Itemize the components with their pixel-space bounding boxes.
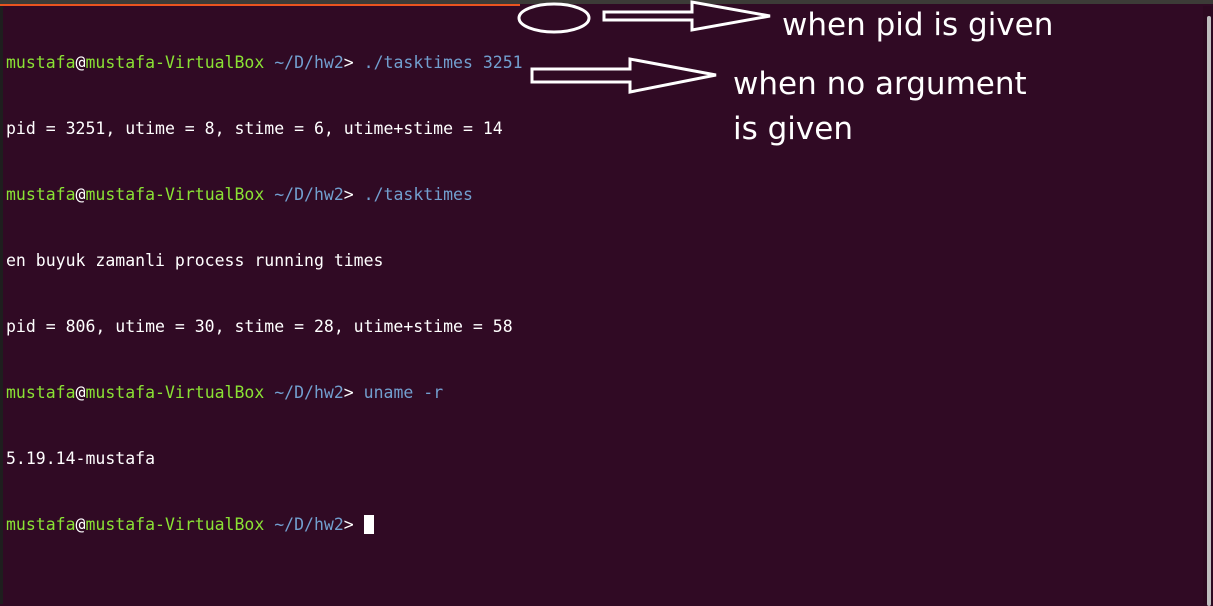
command-argument: 3251 [482, 53, 523, 72]
prompt-at: @ [75, 515, 86, 534]
terminal-output[interactable]: mustafa@mustafa-VirtualBox ~/D/hw2> ./ta… [6, 8, 523, 558]
prompt-line: mustafa@mustafa-VirtualBox ~/D/hw2> ./ta… [6, 52, 523, 74]
prompt-path: ~/D/hw2 [274, 383, 344, 402]
prompt-symbol: > [343, 53, 354, 72]
active-tab-indicator [0, 4, 520, 6]
output-line: pid = 3251, utime = 8, stime = 6, utime+… [6, 119, 503, 138]
arrow-pid-given [602, 0, 771, 32]
prompt-user: mustafa [6, 185, 76, 204]
annotation-no-argument-line2: is given [733, 111, 853, 147]
prompt-symbol: > [343, 185, 354, 204]
prompt-at: @ [75, 53, 86, 72]
annotation-pid-given: when pid is given [782, 7, 1054, 43]
command-text: ./tasktimes [363, 53, 473, 72]
prompt-user: mustafa [6, 53, 76, 72]
prompt-host: mustafa-VirtualBox [85, 383, 265, 402]
scrollbar-thumb[interactable] [1207, 16, 1211, 606]
prompt-host: mustafa-VirtualBox [85, 515, 265, 534]
prompt-path: ~/D/hw2 [274, 53, 344, 72]
prompt-user: mustafa [6, 383, 76, 402]
prompt-line: mustafa@mustafa-VirtualBox ~/D/hw2> ./ta… [6, 184, 523, 206]
window-left-edge [0, 6, 3, 604]
output-line: en buyuk zamanli process running times [6, 251, 384, 270]
prompt-user: mustafa [6, 515, 76, 534]
prompt-line: mustafa@mustafa-VirtualBox ~/D/hw2> [6, 514, 523, 536]
highlight-ellipse [517, 2, 591, 34]
output-line: 5.19.14-mustafa [6, 449, 156, 468]
prompt-path: ~/D/hw2 [274, 185, 344, 204]
annotation-no-argument-line1: when no argument [733, 66, 1027, 102]
prompt-host: mustafa-VirtualBox [85, 53, 265, 72]
command-text: uname -r [363, 383, 444, 402]
prompt-symbol: > [343, 383, 354, 402]
prompt-path: ~/D/hw2 [274, 515, 344, 534]
output-line: pid = 806, utime = 30, stime = 28, utime… [6, 317, 513, 336]
prompt-line: mustafa@mustafa-VirtualBox ~/D/hw2> unam… [6, 382, 523, 404]
prompt-at: @ [75, 383, 86, 402]
command-text: ./tasktimes [363, 185, 473, 204]
prompt-at: @ [75, 185, 86, 204]
text-cursor[interactable] [363, 515, 374, 534]
arrow-no-argument [530, 57, 717, 94]
prompt-symbol: > [343, 515, 354, 534]
prompt-host: mustafa-VirtualBox [85, 185, 265, 204]
scrollbar[interactable] [1203, 6, 1213, 606]
